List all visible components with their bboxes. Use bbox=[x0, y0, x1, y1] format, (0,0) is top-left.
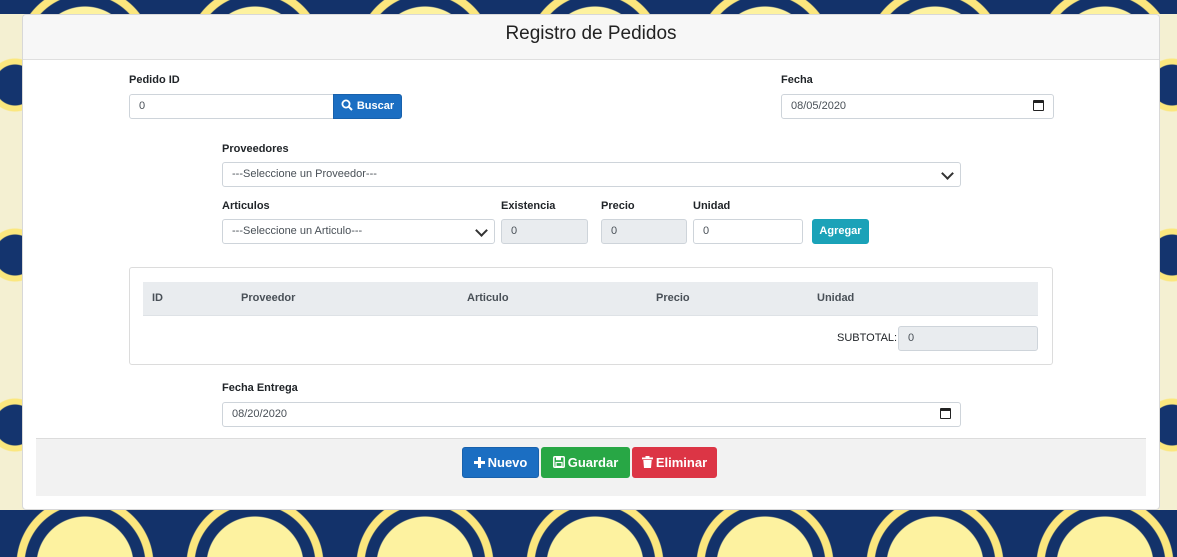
fecha-entrega-input[interactable]: 08/20/2020 bbox=[222, 402, 961, 427]
agregar-button[interactable]: Agregar bbox=[812, 219, 869, 244]
articulos-selected: ---Seleccione un Articulo--- bbox=[232, 225, 363, 237]
chevron-down-icon bbox=[477, 225, 489, 235]
page-title: Registro de Pedidos bbox=[23, 15, 1159, 60]
buscar-button[interactable]: Buscar bbox=[333, 94, 402, 119]
unidad-label: Unidad bbox=[693, 200, 731, 212]
subtotal-label: SUBTOTAL: bbox=[837, 332, 898, 344]
column-header-proveedor: Proveedor bbox=[241, 292, 296, 304]
column-header-id: ID bbox=[152, 292, 163, 304]
guardar-button[interactable]: Guardar bbox=[541, 447, 630, 478]
pedido-id-input[interactable]: 0 bbox=[129, 94, 334, 119]
trash-icon bbox=[641, 456, 653, 468]
actions-bar: Nuevo Guardar Eliminar bbox=[36, 438, 1146, 496]
plus-icon bbox=[473, 457, 485, 468]
calendar-icon[interactable] bbox=[1033, 100, 1044, 111]
items-table: ID Proveedor Articulo Precio Unidad SUBT… bbox=[129, 267, 1053, 365]
subtotal-input[interactable]: 0 bbox=[898, 326, 1038, 351]
proveedores-select[interactable]: ---Seleccione un Proveedor--- bbox=[222, 162, 961, 187]
nuevo-button[interactable]: Nuevo bbox=[462, 447, 539, 478]
guardar-label: Guardar bbox=[567, 455, 619, 470]
column-header-precio: Precio bbox=[656, 292, 690, 304]
articulos-label: Articulos bbox=[222, 200, 270, 212]
order-form-card: Registro de Pedidos Pedido ID 0 Buscar F… bbox=[22, 14, 1160, 510]
column-header-unidad: Unidad bbox=[817, 292, 855, 304]
precio-input[interactable]: 0 bbox=[601, 219, 687, 244]
table-header: ID Proveedor Articulo Precio Unidad bbox=[143, 282, 1038, 316]
eliminar-button[interactable]: Eliminar bbox=[632, 447, 717, 478]
nuevo-label: Nuevo bbox=[487, 455, 528, 470]
fecha-entrega-label: Fecha Entrega bbox=[222, 382, 298, 394]
background-top-pattern bbox=[0, 0, 1177, 14]
fecha-label: Fecha bbox=[781, 74, 813, 86]
eliminar-label: Eliminar bbox=[655, 455, 708, 470]
save-icon bbox=[552, 456, 565, 468]
fecha-entrega-value: 08/20/2020 bbox=[232, 408, 288, 420]
pedido-id-label: Pedido ID bbox=[129, 74, 180, 86]
buscar-label: Buscar bbox=[356, 100, 395, 112]
chevron-down-icon bbox=[943, 168, 955, 178]
fecha-input[interactable]: 08/05/2020 bbox=[781, 94, 1054, 119]
precio-label: Precio bbox=[601, 200, 635, 212]
fecha-value: 08/05/2020 bbox=[791, 100, 847, 112]
column-header-articulo: Articulo bbox=[467, 292, 509, 304]
existencia-label: Existencia bbox=[501, 200, 556, 212]
search-icon bbox=[341, 99, 353, 111]
proveedores-selected: ---Seleccione un Proveedor--- bbox=[232, 168, 377, 180]
background-bottom-pattern bbox=[0, 510, 1177, 557]
unidad-input[interactable]: 0 bbox=[693, 219, 803, 244]
articulos-select[interactable]: ---Seleccione un Articulo--- bbox=[222, 219, 495, 244]
proveedores-label: Proveedores bbox=[222, 143, 289, 155]
calendar-icon[interactable] bbox=[940, 408, 951, 419]
existencia-input[interactable]: 0 bbox=[501, 219, 588, 244]
background-right-pattern bbox=[1157, 0, 1177, 557]
